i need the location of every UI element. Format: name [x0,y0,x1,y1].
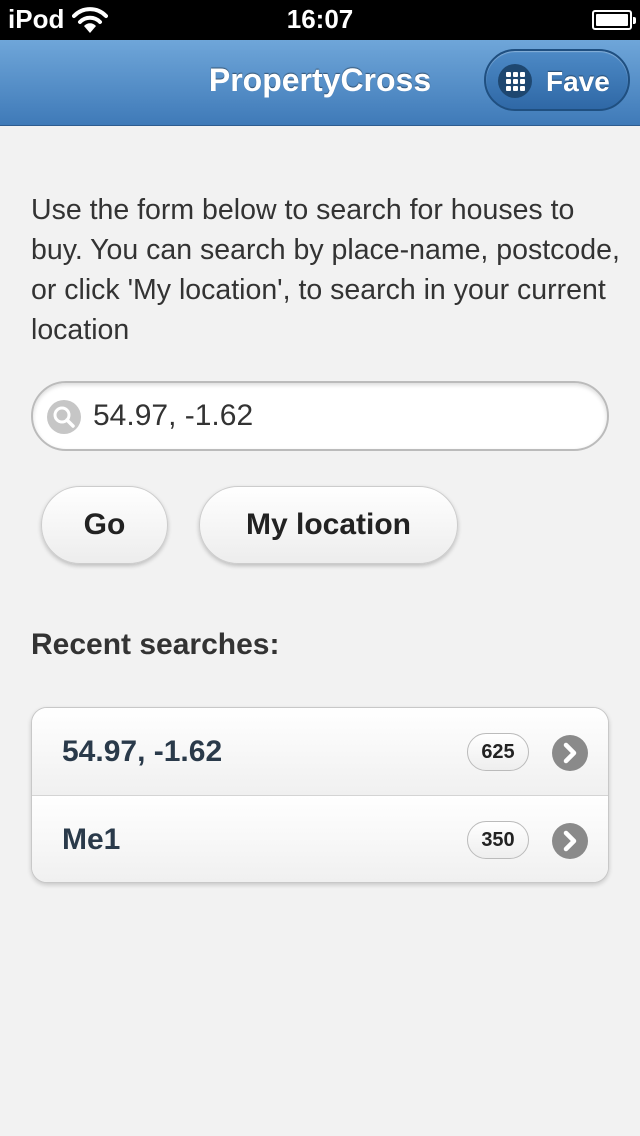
recent-searches-heading: Recent searches: [31,628,280,661]
search-icon [47,400,81,434]
recent-searches-list: 54.97, -1.62 625 Me1 350 [31,707,609,883]
recent-search-place: Me1 [62,823,121,856]
chevron-right-icon [552,735,588,771]
intro-text: Use the form below to search for houses … [31,194,620,346]
result-count-badge: 625 [467,733,529,771]
go-button[interactable]: Go [41,486,168,564]
result-count-badge: 350 [467,821,529,859]
fave-button[interactable]: Fave [484,49,630,111]
my-location-button[interactable]: My location [199,486,458,564]
list-item[interactable]: Me1 350 [32,795,608,882]
search-input[interactable] [93,383,593,449]
list-item[interactable]: 54.97, -1.62 625 [32,708,608,795]
app-header: PropertyCross Fave [0,40,640,126]
battery-icon [592,10,636,30]
status-bar: iPod 16:07 [0,0,640,40]
chevron-right-icon [552,823,588,859]
recent-search-place: 54.97, -1.62 [62,735,223,768]
search-box[interactable] [31,381,609,451]
fave-button-label: Fave [546,66,610,97]
status-time: 16:07 [286,4,354,34]
grid-icon [498,64,532,98]
